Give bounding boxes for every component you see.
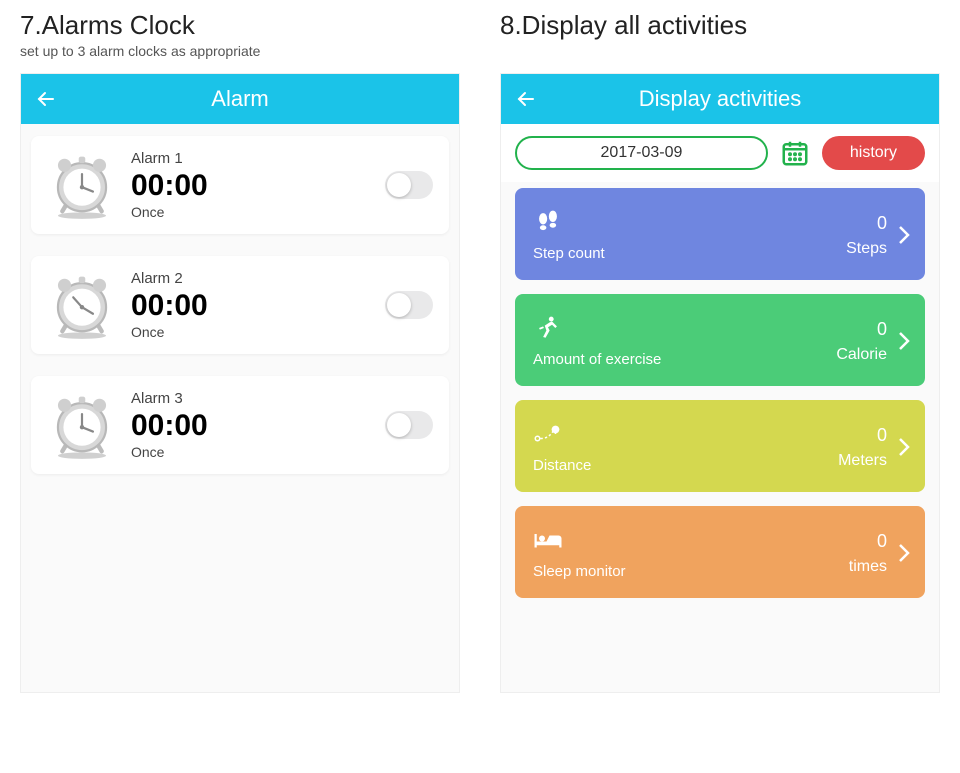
alarm-toggle[interactable] [385, 291, 433, 319]
alarm-name: Alarm 3 [131, 390, 371, 407]
route-icon [533, 421, 563, 447]
arrow-left-icon [514, 87, 538, 111]
chevron-right-icon [895, 432, 913, 462]
alarm-clock-icon [47, 150, 117, 220]
back-button[interactable] [501, 74, 551, 124]
history-button[interactable]: history [822, 136, 925, 170]
alarm-clock-icon [47, 270, 117, 340]
activity-unit: Calorie [836, 346, 887, 364]
alarm-time: 00:00 [131, 289, 371, 322]
section-sub-alarms: set up to 3 alarm clocks as appropriate [20, 43, 460, 61]
activity-value: 0 [846, 213, 887, 234]
running-icon [533, 315, 563, 341]
alarm-row[interactable]: Alarm 1 00:00 Once [31, 136, 449, 234]
activities-appbar-title: Display activities [501, 86, 939, 112]
arrow-left-icon [34, 87, 58, 111]
activities-appbar: Display activities [501, 74, 939, 124]
activities-screen: Display activities 2017-03-09 history [500, 73, 940, 693]
back-button[interactable] [21, 74, 71, 124]
alarm-row[interactable]: Alarm 3 00:00 Once [31, 376, 449, 474]
date-selector[interactable]: 2017-03-09 [515, 136, 768, 170]
activities-toolbar: 2017-03-09 history [501, 124, 939, 182]
alarm-appbar-title: Alarm [21, 86, 459, 112]
calendar-icon [780, 138, 810, 168]
activity-label: Step count [533, 245, 846, 262]
activity-unit: Meters [838, 452, 887, 470]
activity-value: 0 [836, 319, 887, 340]
section-sub-activities [500, 43, 940, 61]
activity-card-sleep[interactable]: Sleep monitor 0 times [515, 506, 925, 598]
activity-label: Sleep monitor [533, 563, 849, 580]
alarm-list: Alarm 1 00:00 Once [21, 124, 459, 486]
activity-value: 0 [838, 425, 887, 446]
alarm-name: Alarm 1 [131, 150, 371, 167]
alarm-name: Alarm 2 [131, 270, 371, 287]
alarm-toggle[interactable] [385, 411, 433, 439]
alarm-repeat: Once [131, 204, 371, 220]
alarm-repeat: Once [131, 444, 371, 460]
activity-value: 0 [849, 531, 887, 552]
calendar-button[interactable] [778, 136, 812, 170]
activity-unit: times [849, 558, 887, 576]
activity-unit: Steps [846, 240, 887, 258]
alarm-repeat: Once [131, 324, 371, 340]
activity-card-exercise[interactable]: Amount of exercise 0 Calorie [515, 294, 925, 386]
alarm-time: 00:00 [131, 169, 371, 202]
section-heading-activities: 8.Display all activities [500, 10, 940, 41]
activity-card-steps[interactable]: Step count 0 Steps [515, 188, 925, 280]
activity-label: Amount of exercise [533, 351, 836, 368]
section-heading-alarms: 7.Alarms Clock [20, 10, 460, 41]
chevron-right-icon [895, 538, 913, 568]
activity-label: Distance [533, 457, 838, 474]
alarm-toggle[interactable] [385, 171, 433, 199]
chevron-right-icon [895, 326, 913, 356]
alarm-clock-icon [47, 390, 117, 460]
footprints-icon [533, 209, 563, 235]
activities-list: Step count 0 Steps Amount of [501, 182, 939, 604]
alarm-row[interactable]: Alarm 2 00:00 Once [31, 256, 449, 354]
chevron-right-icon [895, 220, 913, 250]
activity-card-distance[interactable]: Distance 0 Meters [515, 400, 925, 492]
alarm-time: 00:00 [131, 409, 371, 442]
bed-icon [533, 527, 563, 553]
alarm-screen: Alarm Alarm 1 00:00 Once [20, 73, 460, 693]
alarm-appbar: Alarm [21, 74, 459, 124]
